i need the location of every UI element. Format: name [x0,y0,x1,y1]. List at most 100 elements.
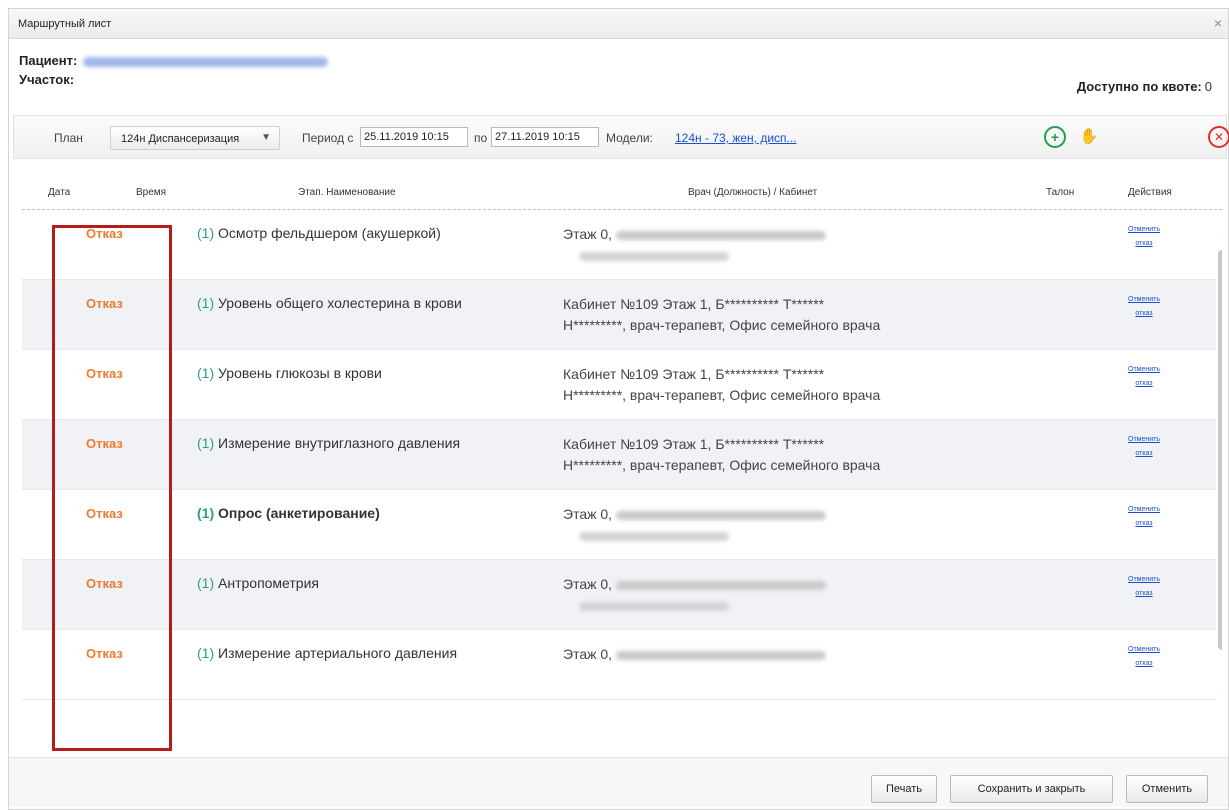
patient-info: Пациент: Участок: [19,51,329,89]
quota-info: Доступно по квоте: 0 [1077,79,1212,94]
stage-name: (1) Опрос (анкетирование) [197,505,380,521]
cancel-refusal-link[interactable]: Отменить отказ [1125,433,1163,461]
stage-title: Уровень глюкозы в крови [218,365,382,381]
stage-number: (1) [197,575,215,591]
table-row[interactable]: Отказ (1) Уровень общего холестерина в к… [22,280,1216,350]
doctor-redacted [616,580,827,590]
models-label: Модели: [606,131,653,145]
doctor-redacted [579,251,729,261]
stage-number: (1) [197,645,215,661]
patient-label: Пациент: [19,53,78,68]
plan-select[interactable]: 124н Диспансеризация ▼ [110,126,280,150]
doctor-cell: Этаж 0, [563,504,827,546]
models-link[interactable]: 124н - 73, жен, дисп... [675,131,797,145]
table-row[interactable]: Отказ (1) Антропометрия Этаж 0, Отменить… [22,560,1216,630]
cancel-refusal-link[interactable]: Отменить отказ [1125,223,1163,251]
cancel-button[interactable]: Отменить [1126,775,1208,803]
doctor-line-1: Этаж 0, [563,226,613,242]
doctor-line-2: Н*********, врач-терапевт, Офис семейног… [563,457,881,473]
chevron-down-icon: ▼ [261,132,271,143]
doctor-line-1: Этаж 0, [563,646,613,662]
stage-name: (1) Уровень общего холестерина в крови [197,295,462,311]
doctor-cell: Кабинет №109 Этаж 1, Б********** Т******… [563,364,880,406]
col-ticket: Талон [1046,187,1075,198]
action-line-2: отказ [1135,520,1153,527]
stage-title: Опрос (анкетирование) [218,505,380,521]
dialog-footer: Печать Сохранить и закрыть Отменить [9,757,1228,807]
action-line-2: отказ [1135,590,1153,597]
stage-name: (1) Уровень глюкозы в крови [197,365,382,381]
close-icon[interactable]: × [1214,15,1222,31]
action-line-1: Отменить [1128,296,1160,303]
stage-number: (1) [197,435,215,451]
col-time: Время [136,187,167,198]
period-to-input[interactable]: 27.11.2019 10:15 [491,127,599,147]
cancel-icon[interactable]: ✕ [1208,126,1229,148]
table-row[interactable]: Отказ (1) Уровень глюкозы в крови Кабине… [22,350,1216,420]
cancel-refusal-link[interactable]: Отменить отказ [1125,503,1163,531]
action-line-1: Отменить [1128,366,1160,373]
area-label: Участок: [19,72,75,87]
plan-label: План [54,131,83,145]
doctor-line-2: Н*********, врач-терапевт, Офис семейног… [563,317,881,333]
table-row[interactable]: Отказ (1) Опрос (анкетирование) Этаж 0, … [22,490,1216,560]
cancel-refusal-link[interactable]: Отменить отказ [1125,363,1163,391]
table-row[interactable]: Отказ (1) Осмотр фельдшером (акушеркой) … [22,210,1216,280]
doctor-redacted [616,650,827,660]
action-line-1: Отменить [1128,646,1160,653]
doctor-redacted [579,531,729,541]
doctor-cell: Этаж 0, [563,574,827,616]
action-line-2: отказ [1135,240,1153,247]
col-date: Дата [48,187,71,198]
stage-name: (1) Осмотр фельдшером (акушеркой) [197,225,441,241]
period-from-input[interactable]: 25.11.2019 10:15 [360,127,468,147]
patient-name-redacted [83,56,329,67]
dialog-titlebar: Маршрутный лист × [9,9,1228,39]
scroll-up-icon[interactable]: ▲ [1220,232,1222,241]
doctor-line-1: Кабинет №109 Этаж 1, Б********** Т****** [563,436,825,452]
action-line-2: отказ [1135,660,1153,667]
action-line-1: Отменить [1128,436,1160,443]
doctor-line-1: Этаж 0, [563,506,613,522]
hand-icon[interactable]: ✋ [1078,126,1100,148]
action-line-1: Отменить [1128,576,1160,583]
doctor-line-2: Н*********, врач-терапевт, Офис семейног… [563,387,881,403]
stage-title: Измерение внутриглазного давления [218,435,461,451]
doctor-line-1: Кабинет №109 Этаж 1, Б********** Т****** [563,366,825,382]
route-sheet-dialog: Маршрутный лист × Пациент: Участок: Дост… [8,8,1229,810]
col-actions: Действия [1128,187,1172,198]
doctor-redacted [616,510,827,520]
table-row[interactable]: Отказ (1) Измерение внутриглазного давле… [22,420,1216,490]
cancel-refusal-link[interactable]: Отменить отказ [1125,573,1163,601]
table-body[interactable]: Отказ (1) Осмотр фельдшером (акушеркой) … [22,210,1222,762]
doctor-cell: Этаж 0, [563,644,827,665]
plan-select-value: 124н Диспансеризация [121,133,240,145]
stage-title: Уровень общего холестерина в крови [218,295,462,311]
quota-label: Доступно по квоте: [1076,79,1202,94]
doctor-cell: Этаж 0, [563,224,827,266]
action-line-1: Отменить [1128,226,1160,233]
table-row[interactable]: Отказ (1) Измерение артериального давлен… [22,630,1216,700]
doctor-cell: Кабинет №109 Этаж 1, Б********** Т******… [563,434,880,476]
doctor-line-1: Этаж 0, [563,576,613,592]
doctor-cell: Кабинет №109 Этаж 1, Б********** Т******… [563,294,880,336]
scroll-down-icon[interactable]: ▼ [1220,688,1222,697]
cancel-refusal-link[interactable]: Отменить отказ [1125,293,1163,321]
scrollbar-thumb[interactable] [1218,250,1222,650]
doctor-redacted [579,601,729,611]
filter-bar: План 124н Диспансеризация ▼ Период с 25.… [13,115,1229,159]
stage-name: (1) Измерение внутриглазного давления [197,435,460,451]
stage-number: (1) [197,225,215,241]
action-line-2: отказ [1135,380,1153,387]
doctor-line-1: Кабинет №109 Этаж 1, Б********** Т****** [563,296,825,312]
add-icon[interactable]: + [1044,126,1066,148]
action-line-2: отказ [1135,450,1153,457]
quota-value: 0 [1204,79,1212,94]
stage-name: (1) Измерение артериального давления [197,645,457,661]
cancel-refusal-link[interactable]: Отменить отказ [1125,643,1163,671]
table-header: Дата Время Этап. Наименование Врач (Долж… [22,174,1222,210]
save-close-button[interactable]: Сохранить и закрыть [950,775,1113,803]
print-button[interactable]: Печать [871,775,937,803]
action-line-2: отказ [1135,310,1153,317]
col-doctor: Врач (Должность) / Кабинет [688,187,818,198]
